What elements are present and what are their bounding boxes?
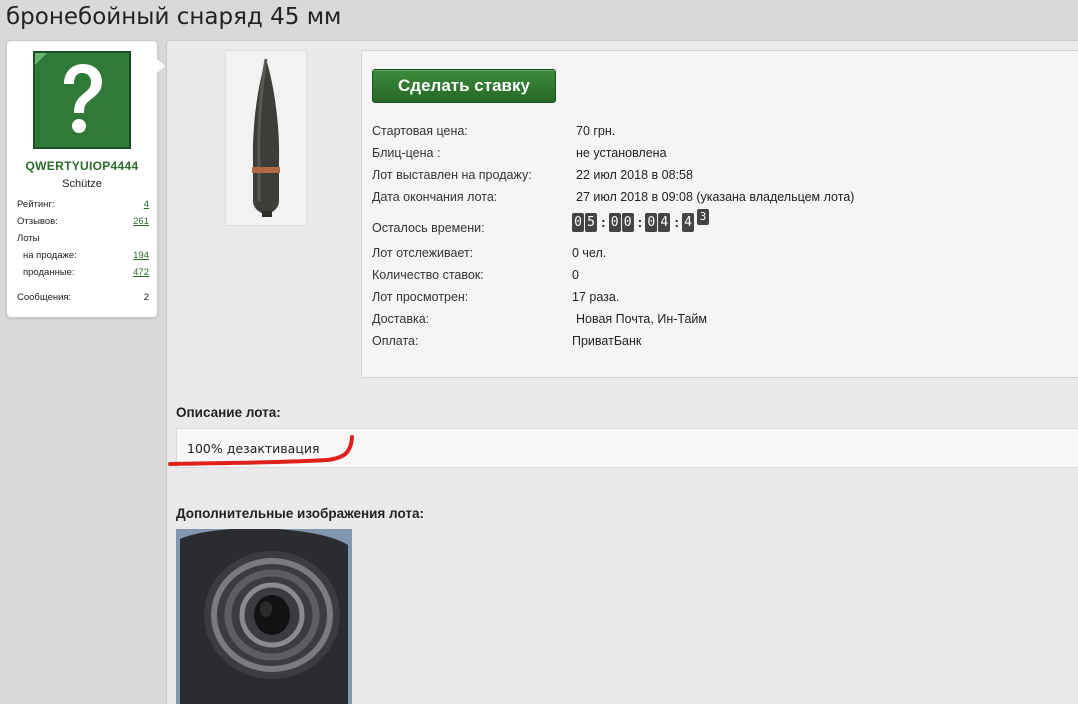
listed-label: Лот выставлен на продажу: <box>372 168 532 182</box>
payment-label: Оплата: <box>372 334 419 348</box>
lot-main-image[interactable] <box>225 50 307 226</box>
username[interactable]: QWERTYUIOP4444 <box>7 159 157 173</box>
stat-on-sale: на продаже: 194 <box>23 250 149 261</box>
views-value: 17 раза. <box>572 290 620 304</box>
timer-digit: 0 <box>572 213 584 232</box>
timer-separator: : <box>674 214 680 230</box>
views-label: Лот просмотрен: <box>372 290 469 304</box>
timer-digit: 5 <box>585 213 597 232</box>
timer-digit: 4 <box>658 213 671 232</box>
stat-messages-label: Сообщения: <box>17 292 72 303</box>
description-heading: Описание лота: <box>176 405 281 420</box>
watchers-label: Лот отслеживает: <box>372 246 474 260</box>
page-title: бронебойный снаряд 45 мм <box>6 4 342 30</box>
timer-digit: 4 <box>682 213 695 232</box>
start-price-value: 70 грн. <box>576 124 616 138</box>
timer-digit: 0 <box>645 213 658 232</box>
lot-extra-image[interactable] <box>176 529 352 704</box>
bids-value: 0 <box>572 268 579 282</box>
stat-sold-label: проданные: <box>23 267 75 278</box>
stat-sold: проданные: 472 <box>23 267 149 278</box>
lot-main-panel: Сделать ставку Стартовая цена: 70 грн. Б… <box>166 40 1078 704</box>
stat-on-sale-label: на продаже: <box>23 250 77 261</box>
stat-reviews: Отзывов: 261 <box>17 216 149 227</box>
stat-rating-label: Рейтинг: <box>17 199 55 210</box>
avatar[interactable] <box>33 51 131 149</box>
delivery-label: Доставка: <box>372 312 430 326</box>
stat-sold-value[interactable]: 472 <box>133 267 149 278</box>
shell-base-image <box>176 529 352 704</box>
timer-separator: : <box>637 214 643 230</box>
shell-image <box>226 51 306 225</box>
ends-value: 27 июл 2018 в 09:08 (указана владельцем … <box>576 190 855 204</box>
stat-reviews-label: Отзывов: <box>17 216 58 227</box>
delivery-value: Новая Почта, Ин-Тайм <box>576 312 707 326</box>
timer-separator: : <box>601 214 606 230</box>
question-mark-icon <box>64 64 102 133</box>
red-underline-annotation <box>168 435 354 466</box>
user-rank: Schütze <box>62 178 102 190</box>
time-left-label: Осталось времени: <box>372 221 485 235</box>
stat-messages-value: 2 <box>143 292 149 303</box>
stat-reviews-value[interactable]: 261 <box>133 216 149 227</box>
stat-rating: Рейтинг: 4 <box>17 199 149 210</box>
stat-lots: Лоты <box>17 233 149 244</box>
user-card: QWERTYUIOP4444 Schütze Рейтинг: 4 Отзыво… <box>6 40 165 318</box>
stat-on-sale-value[interactable]: 194 <box>133 250 149 261</box>
avatar-corner-icon <box>35 53 47 65</box>
stat-rating-value[interactable]: 4 <box>144 199 149 210</box>
timer-digit: 3 <box>697 209 710 225</box>
start-price-label: Стартовая цена: <box>372 124 468 138</box>
payment-value: ПриватБанк <box>572 334 642 348</box>
extra-images-heading: Дополнительные изображения лота: <box>176 506 424 521</box>
watchers-value: 0 чел. <box>572 246 607 260</box>
blitz-price-value: не установлена <box>576 146 667 160</box>
countdown-timer: 0 5 : 0 0 : 0 4 : 4 3 <box>572 209 710 232</box>
stat-messages: Сообщения: 2 <box>17 292 149 303</box>
ends-label: Дата окончания лота: <box>372 190 498 204</box>
blitz-price-label: Блиц-цена : <box>372 146 441 160</box>
listed-value: 22 июл 2018 в 08:58 <box>576 168 693 182</box>
timer-digit: 0 <box>608 213 621 232</box>
lot-info-panel: Сделать ставку Стартовая цена: 70 грн. Б… <box>361 50 1078 378</box>
stat-lots-label: Лоты <box>17 233 40 244</box>
place-bid-button[interactable]: Сделать ставку <box>372 69 556 103</box>
timer-digit: 0 <box>621 213 634 232</box>
bids-label: Количество ставок: <box>372 268 484 282</box>
